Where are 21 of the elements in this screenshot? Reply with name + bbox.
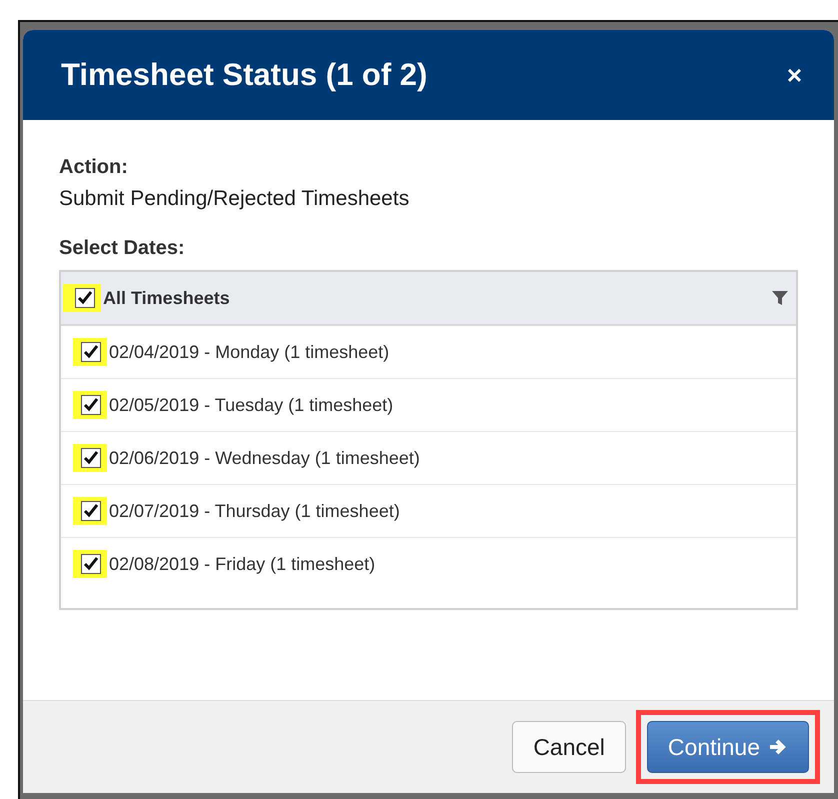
checkbox[interactable] xyxy=(81,501,101,521)
checkbox[interactable] xyxy=(81,554,101,574)
close-button[interactable]: × xyxy=(786,60,802,90)
filter-icon[interactable] xyxy=(772,290,788,306)
action-label: Action: xyxy=(59,156,129,179)
date-label: 02/04/2019 - Monday (1 timesheet) xyxy=(109,342,390,362)
header-label: All Timesheets xyxy=(103,288,231,308)
checkbox[interactable] xyxy=(75,288,95,308)
date-label: 02/05/2019 - Tuesday (1 timesheet) xyxy=(109,394,394,416)
select-dates-label: Select Dates: xyxy=(59,237,186,260)
date-label: 02/08/2019 - Friday (1 timesheet) xyxy=(109,554,376,574)
dialog-title: Timesheet Status (1 of 2) xyxy=(61,57,428,93)
date-label: 02/06/2019 - Wednesday (1 timesheet) xyxy=(109,448,420,468)
checkbox[interactable] xyxy=(81,395,101,415)
date-label: 02/07/2019 - Thursday (1 timesheet) xyxy=(109,500,400,522)
checkbox[interactable] xyxy=(81,342,101,362)
arrow-right-icon xyxy=(768,737,788,757)
continue-button[interactable]: Continue xyxy=(646,721,809,773)
checkbox[interactable] xyxy=(81,448,101,468)
cancel-button[interactable]: Cancel xyxy=(512,721,626,773)
action-value: Submit Pending/Rejected Timesheets xyxy=(59,187,410,211)
